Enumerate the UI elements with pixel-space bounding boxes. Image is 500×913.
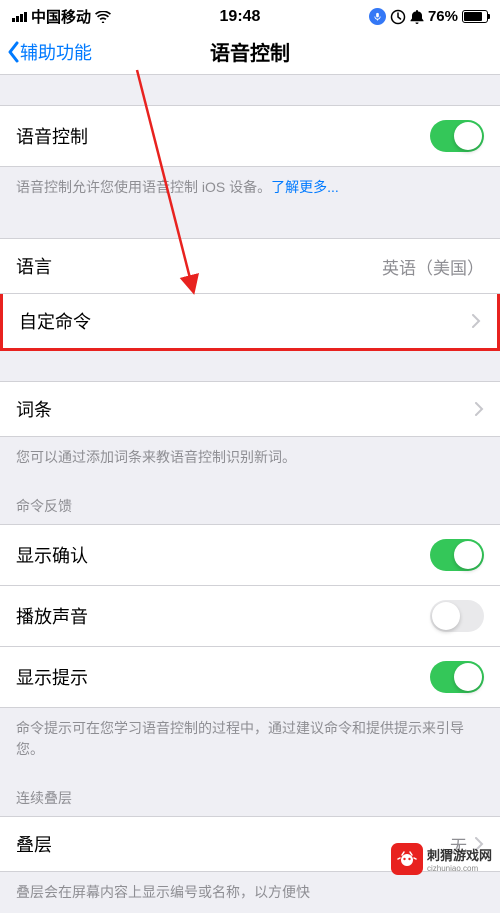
play-sound-label: 播放声音 bbox=[16, 603, 88, 629]
watermark-url: cizhuniao.com bbox=[427, 864, 492, 873]
signal-icon bbox=[12, 12, 27, 22]
language-row[interactable]: 语言 英语（美国） bbox=[0, 238, 500, 294]
back-button[interactable]: 辅助功能 bbox=[0, 39, 92, 65]
chevron-right-icon bbox=[475, 402, 484, 416]
alarm-icon bbox=[410, 9, 424, 25]
show-confirmation-row[interactable]: 显示确认 bbox=[0, 524, 500, 586]
nav-bar: 辅助功能 语音控制 bbox=[0, 29, 500, 75]
watermark: 刺猬游戏网 cizhuniao.com bbox=[391, 843, 492, 875]
wifi-icon bbox=[95, 11, 111, 23]
vocabulary-row[interactable]: 词条 bbox=[0, 381, 500, 437]
show-hints-toggle[interactable] bbox=[430, 661, 484, 693]
status-time: 19:48 bbox=[220, 8, 261, 26]
voice-indicator-icon bbox=[369, 8, 386, 25]
voice-control-footer: 语音控制允许您使用语音控制 iOS 设备。了解更多... bbox=[0, 167, 500, 208]
custom-commands-label: 自定命令 bbox=[19, 308, 91, 334]
show-hints-label: 显示提示 bbox=[16, 664, 88, 690]
voice-control-row[interactable]: 语音控制 bbox=[0, 105, 500, 167]
feedback-header: 命令反馈 bbox=[0, 478, 500, 524]
chevron-left-icon bbox=[6, 41, 20, 63]
voice-control-toggle[interactable] bbox=[430, 120, 484, 152]
status-bar: 中国移动 19:48 76% bbox=[0, 0, 500, 29]
vocabulary-footer: 您可以通过添加词条来教语音控制识别新词。 bbox=[0, 437, 500, 478]
overlay-header: 连续叠层 bbox=[0, 770, 500, 816]
carrier: 中国移动 bbox=[31, 6, 91, 27]
custom-commands-row[interactable]: 自定命令 bbox=[0, 294, 500, 351]
play-sound-row[interactable]: 播放声音 bbox=[0, 586, 500, 647]
learn-more-link[interactable]: 了解更多... bbox=[271, 179, 339, 195]
show-hints-row[interactable]: 显示提示 bbox=[0, 647, 500, 708]
overlay-label: 叠层 bbox=[16, 831, 52, 857]
back-label: 辅助功能 bbox=[20, 39, 92, 65]
show-confirmation-label: 显示确认 bbox=[16, 542, 88, 568]
play-sound-toggle[interactable] bbox=[430, 600, 484, 632]
battery-icon bbox=[462, 10, 488, 23]
show-confirmation-toggle[interactable] bbox=[430, 539, 484, 571]
chevron-right-icon bbox=[472, 314, 481, 328]
feedback-footer: 命令提示可在您学习语音控制的过程中，通过建议命令和提供提示来引导您。 bbox=[0, 708, 500, 770]
watermark-name: 刺猬游戏网 bbox=[427, 845, 492, 864]
overlay-footer: 叠层会在屏幕内容上显示编号或名称，以方便快 bbox=[0, 872, 500, 913]
battery-pct: 76% bbox=[428, 8, 458, 25]
language-label: 语言 bbox=[16, 253, 52, 279]
watermark-icon bbox=[391, 843, 423, 875]
language-value: 英语（美国） bbox=[382, 254, 484, 279]
voice-control-label: 语音控制 bbox=[16, 123, 88, 149]
vocabulary-label: 词条 bbox=[16, 396, 52, 422]
lock-icon bbox=[390, 9, 406, 25]
